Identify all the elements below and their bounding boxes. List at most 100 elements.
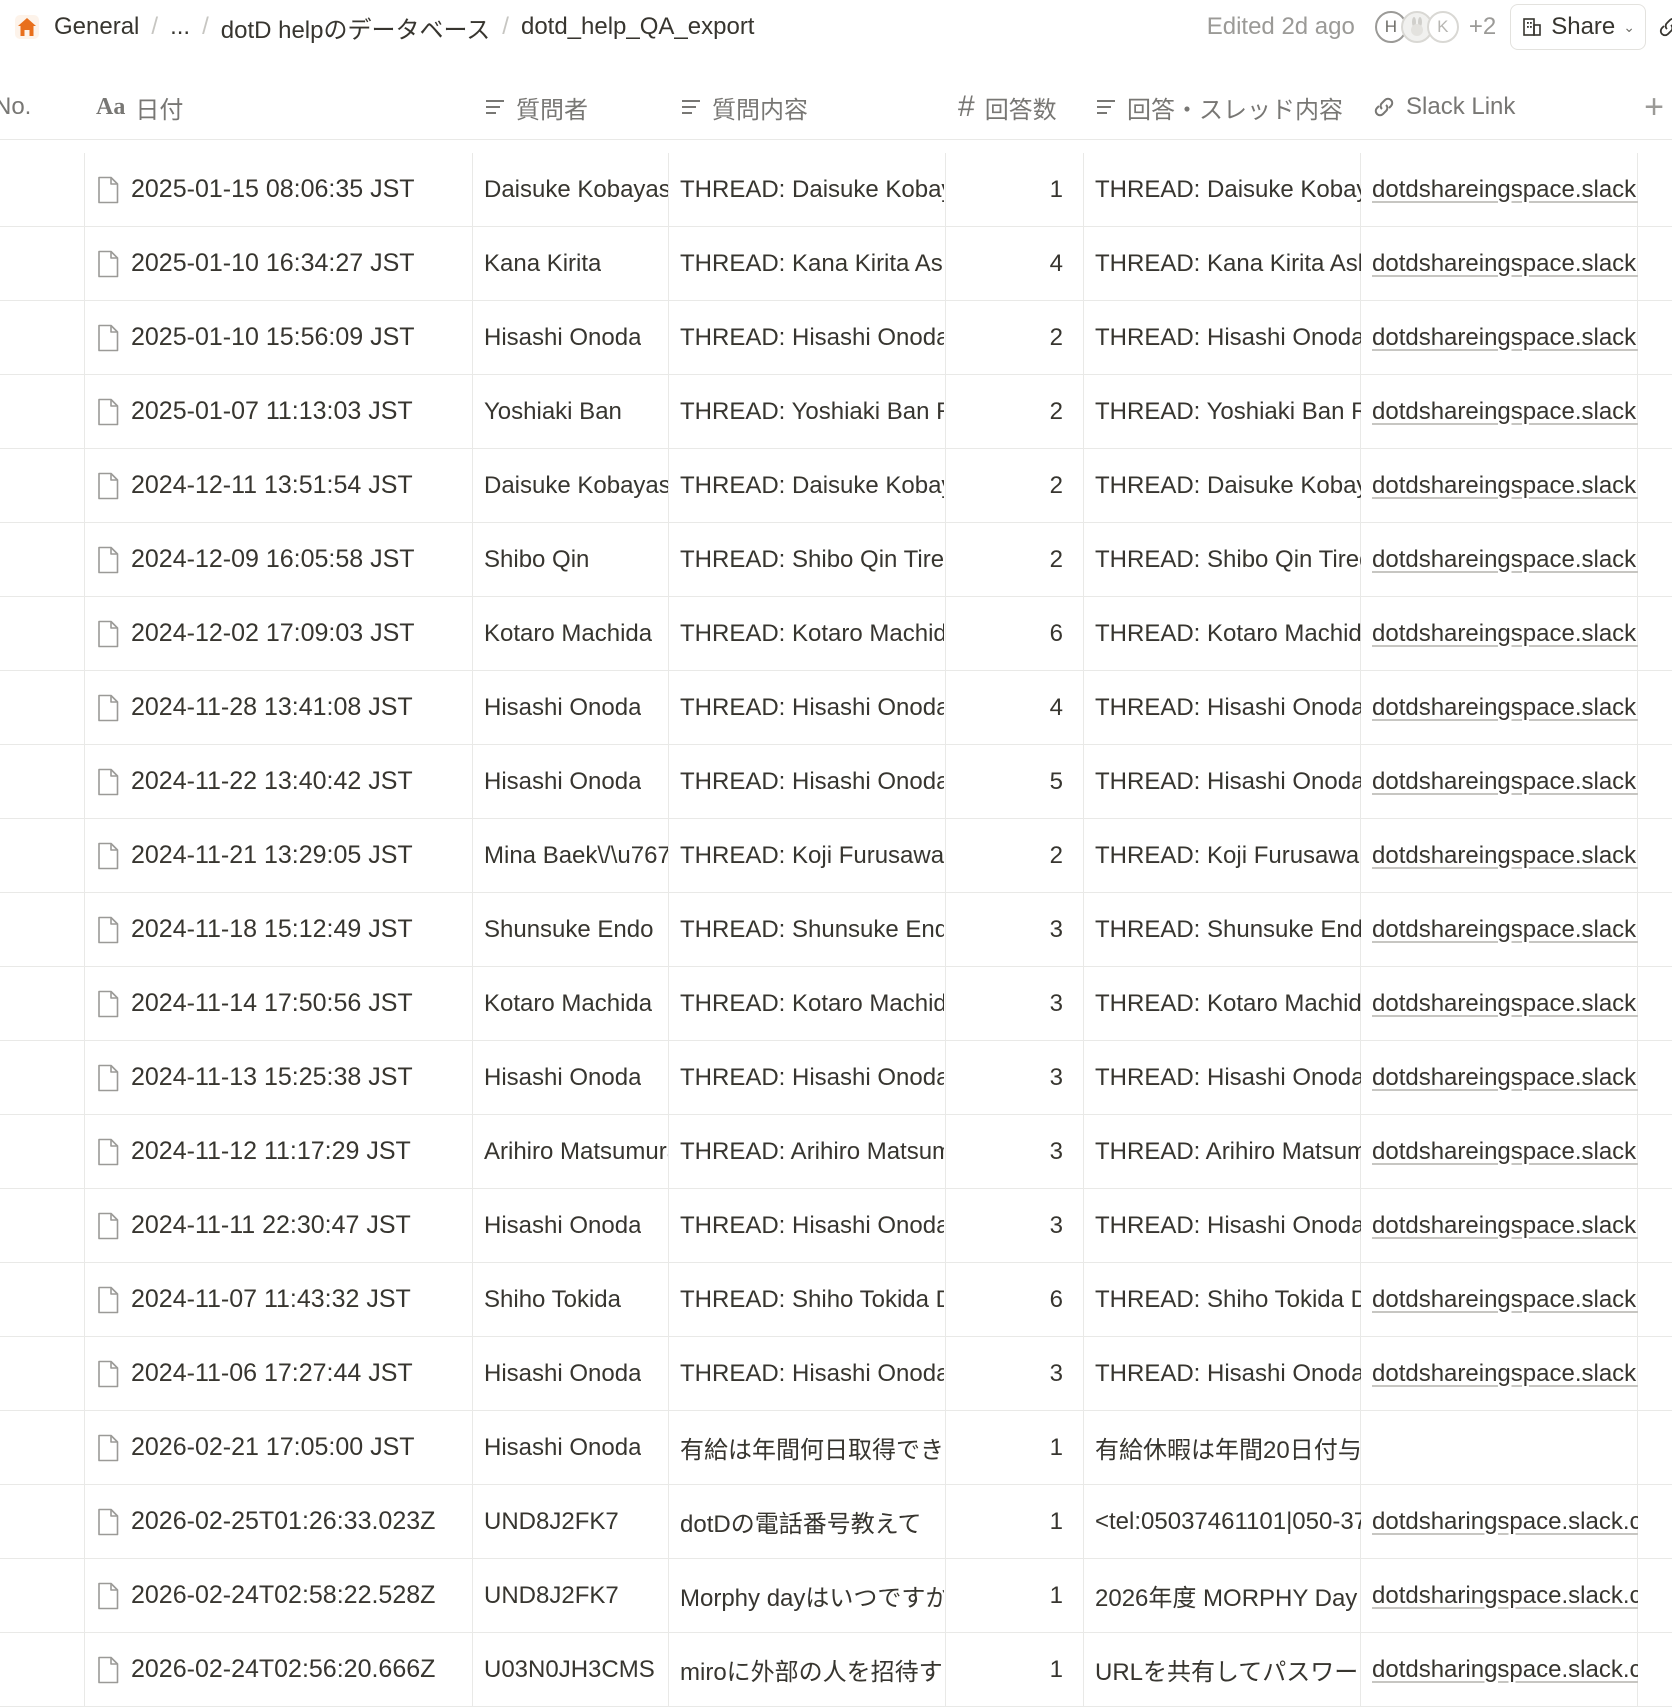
question-cell[interactable]: THREAD: Kotaro Machida Ask <box>680 967 944 1040</box>
answer-cell[interactable]: THREAD: Hisashi Onoda Askir <box>1095 1041 1361 1114</box>
question-cell[interactable]: THREAD: Hisashi Onoda Askir <box>680 1041 944 1114</box>
slack-link[interactable]: dotdshareingspace.slack.com <box>1372 176 1638 204</box>
question-cell[interactable]: THREAD: Daisuke Kobayashi A <box>680 153 944 226</box>
slack-link[interactable]: dotdshareingspace.slack.com <box>1372 1064 1638 1092</box>
column-header-no[interactable]: No. <box>0 74 31 140</box>
date-cell[interactable]: 2026-02-24T02:58:22.528Z <box>97 1559 470 1632</box>
count-cell[interactable]: 1 <box>946 1633 1071 1706</box>
table-row[interactable]: 2026-02-24T02:56:20.666Z U03N0JH3CMS mir… <box>0 1633 1672 1707</box>
slack-link[interactable]: dotdshareingspace.slack.com <box>1372 694 1638 722</box>
asker-cell[interactable]: Arihiro Matsumura <box>484 1115 668 1188</box>
date-cell[interactable]: 2026-02-25T01:26:33.023Z <box>97 1485 470 1558</box>
answer-cell[interactable]: THREAD: Yoshiaki Ban Reques <box>1095 375 1361 448</box>
answer-cell[interactable]: THREAD: Kana Kirita Asking w <box>1095 227 1361 300</box>
date-cell[interactable]: 2024-12-09 16:05:58 JST <box>97 523 470 596</box>
slack-link-cell[interactable]: dotdshareingspace.slack.com <box>1372 819 1638 892</box>
asker-cell[interactable]: Yoshiaki Ban <box>484 375 668 448</box>
asker-cell[interactable]: Kotaro Machida <box>484 967 668 1040</box>
count-cell[interactable]: 2 <box>946 523 1071 596</box>
count-cell[interactable]: 2 <box>946 375 1071 448</box>
question-cell[interactable]: dotDの電話番号教えて <box>680 1485 944 1558</box>
slack-link[interactable]: dotdshareingspace.slack.com <box>1372 842 1638 870</box>
slack-link[interactable]: dotdshareingspace.slack.com <box>1372 472 1638 500</box>
column-header-question[interactable]: 質問内容 <box>680 74 808 140</box>
date-cell[interactable]: 2024-11-22 13:40:42 JST <box>97 745 470 818</box>
slack-link-cell[interactable]: dotdshareingspace.slack.com <box>1372 1263 1638 1336</box>
slack-link-cell[interactable]: dotdshareingspace.slack.com <box>1372 1337 1638 1410</box>
answer-cell[interactable]: THREAD: Hisashi Onoda Discu <box>1095 745 1361 818</box>
question-cell[interactable]: THREAD: Hisashi Onoda Askir <box>680 671 944 744</box>
slack-link[interactable]: dotdsharingspace.slack.com/a <box>1372 1582 1638 1610</box>
answer-cell[interactable]: THREAD: Hisashi Onoda Askir <box>1095 1189 1361 1262</box>
answer-cell[interactable]: THREAD: Shibo Qin Tired from <box>1095 523 1361 596</box>
date-cell[interactable]: 2025-01-07 11:13:03 JST <box>97 375 470 448</box>
question-cell[interactable]: THREAD: Shiho Tokida Discus <box>680 1263 944 1336</box>
date-cell[interactable]: 2025-01-15 08:06:35 JST <box>97 153 470 226</box>
table-row[interactable]: 2026-02-25T01:26:33.023Z UND8J2FK7 dotDの… <box>0 1485 1672 1559</box>
date-cell[interactable]: 2025-01-10 15:56:09 JST <box>97 301 470 374</box>
more-collaborators-count[interactable]: +2 <box>1469 13 1496 41</box>
slack-link[interactable]: dotdshareingspace.slack.com <box>1372 398 1638 426</box>
asker-cell[interactable]: Shiho Tokida <box>484 1263 668 1336</box>
count-cell[interactable]: 5 <box>946 745 1071 818</box>
date-cell[interactable]: 2024-11-12 11:17:29 JST <box>97 1115 470 1188</box>
date-cell[interactable]: 2025-01-10 16:34:27 JST <box>97 227 470 300</box>
asker-cell[interactable]: Hisashi Onoda <box>484 1337 668 1410</box>
answer-cell[interactable]: THREAD: Hisashi Onoda Askir <box>1095 671 1361 744</box>
count-cell[interactable]: 2 <box>946 449 1071 522</box>
column-header-answer[interactable]: 回答・スレッド内容 <box>1095 74 1343 140</box>
count-cell[interactable]: 1 <box>946 153 1071 226</box>
date-cell[interactable]: 2024-11-06 17:27:44 JST <box>97 1337 470 1410</box>
breadcrumb-item-database[interactable]: dotD helpのデータベース <box>217 10 495 45</box>
asker-cell[interactable]: Kana Kirita <box>484 227 668 300</box>
count-cell[interactable]: 3 <box>946 967 1071 1040</box>
slack-link-cell[interactable]: dotdsharingspace.slack.com/a <box>1372 1559 1638 1632</box>
question-cell[interactable]: THREAD: Hisashi Onoda Discu <box>680 745 944 818</box>
count-cell[interactable]: 6 <box>946 1263 1071 1336</box>
answer-cell[interactable]: THREAD: Hisashi Onoda Askir <box>1095 1337 1361 1410</box>
slack-link[interactable]: dotdshareingspace.slack.com <box>1372 990 1638 1018</box>
slack-link-cell[interactable]: dotdshareingspace.slack.com <box>1372 153 1638 226</box>
home-icon[interactable] <box>14 14 40 40</box>
table-row[interactable]: 2024-12-09 16:05:58 JST Shibo Qin THREAD… <box>0 523 1672 597</box>
question-cell[interactable]: THREAD: Daisuke Kobayashi A <box>680 449 944 522</box>
breadcrumb-item-ellipsis[interactable]: ... <box>166 13 194 41</box>
slack-link-cell[interactable]: dotdshareingspace.slack.com <box>1372 375 1638 448</box>
column-header-link[interactable]: Slack Link <box>1372 74 1515 140</box>
slack-link-cell[interactable]: dotdshareingspace.slack.com <box>1372 671 1638 744</box>
asker-cell[interactable]: Shunsuke Endo <box>484 893 668 966</box>
question-cell[interactable]: THREAD: Kotaro Machida Ask <box>680 597 944 670</box>
answer-cell[interactable]: URLを共有してパスワードで入っ <box>1095 1633 1361 1706</box>
answer-cell[interactable]: 有給休暇は年間20日付与されます <box>1095 1411 1361 1484</box>
slack-link-cell[interactable]: dotdshareingspace.slack.com <box>1372 745 1638 818</box>
slack-link-cell[interactable]: dotdshareingspace.slack.com <box>1372 227 1638 300</box>
table-row[interactable]: 2024-11-12 11:17:29 JST Arihiro Matsumur… <box>0 1115 1672 1189</box>
count-cell[interactable]: 2 <box>946 301 1071 374</box>
asker-cell[interactable]: Kotaro Machida <box>484 597 668 670</box>
question-cell[interactable]: miroに外部の人を招待するとき <box>680 1633 944 1706</box>
question-cell[interactable]: THREAD: Shunsuke Endo Req <box>680 893 944 966</box>
count-cell[interactable]: 6 <box>946 597 1071 670</box>
answer-cell[interactable]: THREAD: Kotaro Machida Ask <box>1095 967 1361 1040</box>
asker-cell[interactable]: Hisashi Onoda <box>484 301 668 374</box>
table-row[interactable]: 2026-02-21 17:05:00 JST Hisashi Onoda 有給… <box>0 1411 1672 1485</box>
table-row[interactable]: 2025-01-10 16:34:27 JST Kana Kirita THRE… <box>0 227 1672 301</box>
slack-link[interactable]: dotdshareingspace.slack.com <box>1372 1286 1638 1314</box>
asker-cell[interactable]: UND8J2FK7 <box>484 1485 668 1558</box>
slack-link-cell[interactable]: dotdshareingspace.slack.com <box>1372 1189 1638 1262</box>
slack-link-cell[interactable]: dotdsharingspace.slack.com/a <box>1372 1485 1638 1558</box>
asker-cell[interactable]: Mina Baek\/\u767d\u <box>484 819 668 892</box>
slack-link-cell[interactable]: dotdshareingspace.slack.com <box>1372 301 1638 374</box>
breadcrumb-item-general[interactable]: General <box>50 13 143 41</box>
avatar[interactable]: K <box>1426 11 1459 43</box>
question-cell[interactable]: THREAD: Koji Furusawa Creat <box>680 819 944 892</box>
add-column-button[interactable]: + <box>1644 74 1664 140</box>
slack-link[interactable]: dotdshareingspace.slack.com <box>1372 620 1638 648</box>
column-header-date[interactable]: Aa 日付 <box>96 74 183 140</box>
table-row[interactable]: 2024-11-18 15:12:49 JST Shunsuke Endo TH… <box>0 893 1672 967</box>
slack-link-cell[interactable] <box>1372 1411 1638 1484</box>
table-row[interactable]: 2024-11-13 15:25:38 JST Hisashi Onoda TH… <box>0 1041 1672 1115</box>
table-row[interactable]: 2024-11-28 13:41:08 JST Hisashi Onoda TH… <box>0 671 1672 745</box>
count-cell[interactable]: 3 <box>946 1189 1071 1262</box>
share-button[interactable]: Share ⌄ <box>1510 4 1646 50</box>
